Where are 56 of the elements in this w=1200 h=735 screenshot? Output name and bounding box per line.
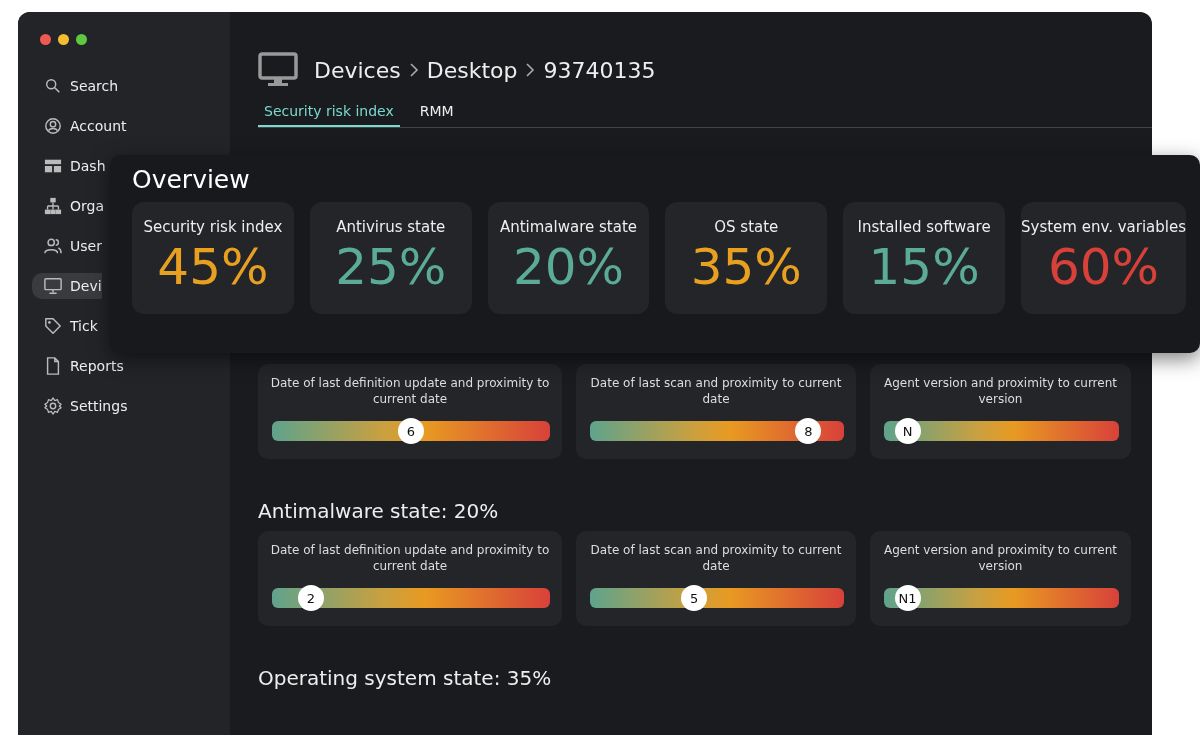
sidebar-item[interactable]: Settings	[32, 393, 140, 419]
score-label: Antivirus state	[336, 218, 446, 236]
breadcrumb-item[interactable]: Devices	[314, 57, 401, 83]
dashboard-icon	[44, 157, 62, 175]
users-icon	[44, 237, 62, 255]
score-value: 15%	[868, 238, 980, 296]
overview-title: Overview	[132, 165, 251, 194]
score-value: 45%	[157, 238, 269, 296]
metric-label: Date of last definition update and proximity to current date	[270, 543, 550, 575]
chevron-icon	[525, 62, 536, 78]
scale-marker: 6	[398, 418, 424, 445]
zoom-button[interactable]	[76, 34, 87, 45]
sidebar-item[interactable]: Tick	[32, 313, 98, 339]
settings-icon	[44, 397, 62, 415]
score-label: Installed software	[857, 218, 991, 236]
account-icon	[44, 117, 62, 135]
score-value: 25%	[335, 238, 447, 296]
monitor-icon	[258, 52, 298, 88]
breadcrumb-item[interactable]: Desktop	[426, 57, 518, 83]
chevron-icon	[408, 62, 419, 78]
scale-marker: 8	[795, 418, 822, 445]
sidebar-item[interactable]: Orga	[32, 193, 104, 219]
search-icon	[44, 77, 62, 95]
sidebar-item[interactable]: User	[32, 233, 102, 259]
scale-marker: N1	[894, 585, 921, 612]
tab[interactable]: RMM	[413, 102, 460, 127]
metric-label: Agent version and proximity to current version	[883, 543, 1118, 575]
score-label: OS state	[714, 218, 779, 236]
hierarchy-icon	[44, 197, 62, 215]
score-label: Antimalware state	[499, 218, 638, 236]
scale-marker: 2	[297, 585, 324, 612]
sidebar-item[interactable]: Reports	[32, 353, 136, 379]
score-label: System env. variables	[1021, 218, 1186, 236]
close-button[interactable]	[40, 34, 51, 45]
metric-label: Date of last definition update and proximity to current date	[270, 376, 550, 408]
minimize-button[interactable]	[58, 34, 69, 45]
scale-marker: 5	[681, 585, 708, 612]
sidebar-item[interactable]: Account	[32, 113, 139, 139]
score-value: 20%	[512, 238, 625, 296]
scale-marker: N	[894, 418, 921, 445]
section-title: Operating system state: 35%	[258, 666, 553, 691]
sidebar-item[interactable]: Devi	[32, 273, 102, 299]
breadcrumb-item: 93740135	[543, 57, 656, 83]
sidebar-item[interactable]: Dash	[32, 153, 106, 179]
tag-icon	[44, 317, 62, 335]
section-title: Antimalware state: 20%	[258, 499, 500, 524]
metric-label: Agent version and proximity to current version	[883, 376, 1118, 408]
metric-label: Date of last scan and proximity to current date	[589, 376, 843, 408]
score-value: 60%	[1047, 238, 1160, 296]
document-icon	[44, 357, 62, 375]
tab[interactable]: Security risk index	[258, 102, 400, 127]
sidebar-item[interactable]: Search	[32, 73, 131, 99]
metric-label: Date of last scan and proximity to current date	[589, 543, 843, 575]
score-label: Security risk index	[143, 218, 283, 236]
score-value: 35%	[690, 238, 802, 296]
monitor-icon	[44, 277, 62, 295]
